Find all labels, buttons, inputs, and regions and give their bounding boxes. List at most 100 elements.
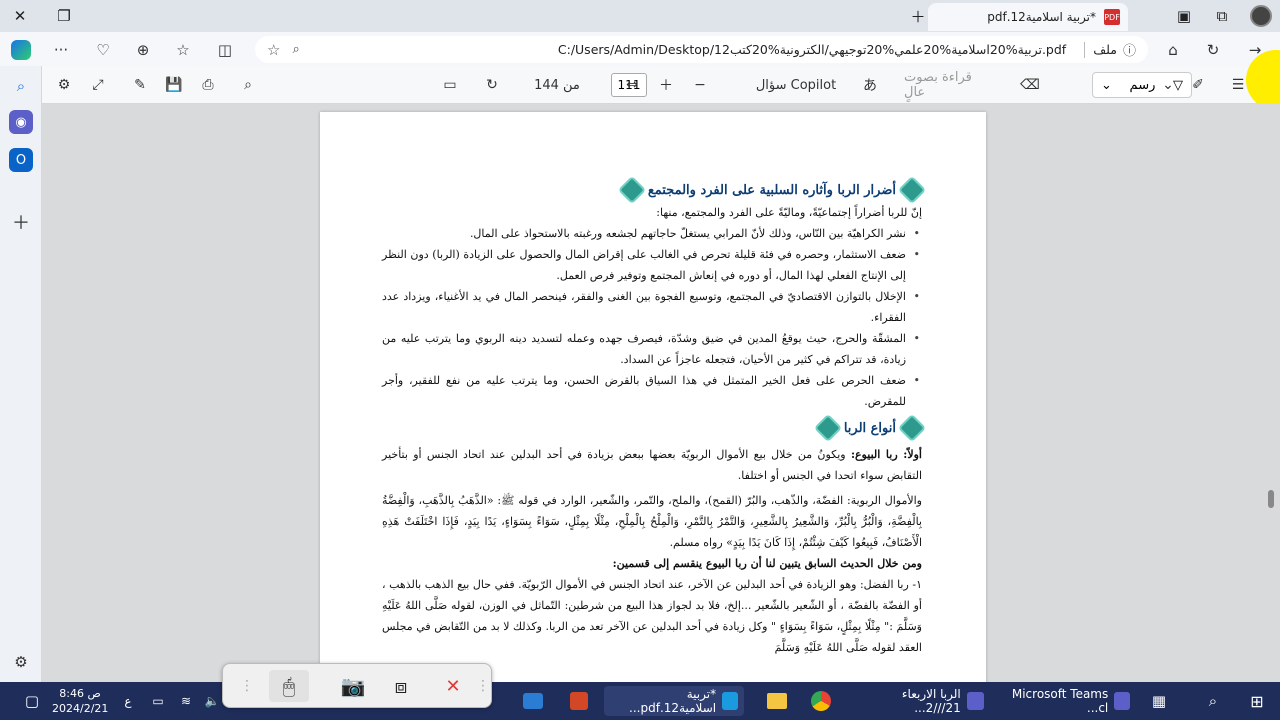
notification-icon[interactable]: ▢	[20, 688, 44, 714]
battery-icon[interactable]: ▭	[148, 688, 168, 714]
ask-copilot-button[interactable]: سؤال Copilot	[754, 75, 838, 95]
page-content: أضرار الربا وآثاره السلبية على الفرد وال…	[382, 175, 927, 658]
wifi-icon[interactable]: ≋	[176, 688, 196, 714]
fullscreen-icon[interactable]: ⤢	[88, 75, 108, 95]
list-item: ضعف الاستثمار، وحصره في فئة قليلة تحرص ف…	[382, 244, 922, 286]
profile-avatar[interactable]	[1250, 5, 1272, 27]
info-icon[interactable]: ⓘ	[1123, 40, 1136, 59]
pdf-toolbar: ⚙ ⤢ ✎ 💾 ⎙ ⌕ ▭ ↻ من 144 111 ⇔ ＋ − سؤال Co…	[42, 66, 1280, 104]
camera-icon[interactable]: 📷	[333, 670, 373, 702]
file-explorer-icon[interactable]	[764, 688, 790, 714]
ornament-icon	[897, 413, 927, 443]
edit-pdf-icon[interactable]: ✎	[130, 75, 150, 95]
print-icon[interactable]: ⎙	[198, 75, 218, 95]
draw-label: رسم	[1129, 77, 1156, 93]
rotate-icon[interactable]: ↻	[482, 75, 502, 95]
tab-title: *تربية اسلامية12.pdf	[987, 10, 1096, 24]
active-tab[interactable]: PDF *تربية اسلامية12.pdf	[928, 3, 1128, 31]
riba-items-paragraph: والأموال الربوية: الفضّة، والذّهب، والبُ…	[382, 494, 922, 549]
start-icon[interactable]: ⊞	[1244, 688, 1270, 714]
pdf-settings-icon[interactable]: ⚙	[54, 75, 74, 95]
page-total: من 144	[534, 77, 580, 93]
clock-time: 8:46 ص	[59, 687, 101, 700]
collections-icon[interactable]: ⊕	[130, 37, 156, 63]
screenshot-tools-icon[interactable]: ⧈	[381, 670, 421, 702]
translate-icon[interactable]: あ	[860, 75, 880, 95]
taskbar-teams-meeting-label: الربا الاربعاء 21///2...	[901, 687, 961, 715]
whiteboard-app-icon[interactable]	[520, 688, 546, 714]
title-bar: ✕ ❐ ＋ ✕ PDF *تربية اسلامية12.pdf ▣ ⧉	[0, 0, 1280, 32]
refresh-icon[interactable]: ↻	[1200, 37, 1226, 63]
ornament-icon	[617, 175, 646, 205]
highlight-dropdown-icon[interactable]: ⌄	[1158, 75, 1178, 95]
list-item: المشقّة والحرج، حيث يوقعُ المدين في ضيق …	[382, 328, 922, 370]
save-icon[interactable]: 💾	[164, 75, 184, 95]
zoom-out-icon[interactable]: −	[690, 75, 710, 95]
sidebar-settings-icon[interactable]: ⚙	[9, 650, 33, 674]
recorder-toolbar: ⋮ 🖱 📷 ⧈ ✕ ⋮	[222, 663, 492, 708]
favorites-icon[interactable]: ☆	[170, 37, 196, 63]
address-separator	[1084, 41, 1086, 58]
search-icon[interactable]: ⌕	[9, 74, 33, 98]
taskbar-pdf-label: *تربية اسلامية12.pdf...	[629, 687, 717, 715]
home-icon[interactable]: ⌂	[1160, 37, 1186, 63]
drag-handle-right-icon[interactable]: ⋮	[463, 670, 503, 702]
taskbar-item-teams-meeting[interactable]: الربا الاربعاء 21///2...	[850, 686, 990, 716]
contents-icon[interactable]: ☰	[1228, 75, 1248, 95]
intro-paragraph: إنّ للربا أضراراً إجتماعيّةً، وماليّةً ع…	[656, 206, 922, 219]
task-view-icon[interactable]: ▦	[1146, 688, 1172, 714]
powerpoint-app-icon[interactable]	[566, 688, 592, 714]
drag-handle-icon[interactable]: ⋮	[227, 670, 267, 702]
browser-essentials-icon[interactable]: ♡	[90, 37, 116, 63]
highlight-icon[interactable]: ✐	[1188, 75, 1208, 95]
ornament-icon	[897, 175, 927, 205]
split-screen-icon[interactable]: ◫	[212, 37, 238, 63]
copilot-sidebar-icon[interactable]: ◉	[9, 110, 33, 134]
edge-sidebar: ⌕ ◉ O ＋ ⚙	[0, 66, 42, 682]
vertical-scrollbar[interactable]	[1266, 104, 1276, 682]
more-options-icon[interactable]: ···	[48, 37, 74, 63]
section-heading-harms: أضرار الربا وآثاره السلبية على الفرد وال…	[382, 175, 927, 205]
read-aloud-button[interactable]: قراءة بصوت عالٍ	[904, 70, 996, 100]
clock-date: 2024/2/21	[52, 702, 109, 715]
hadith-conclusion: ومن خلال الحديث السابق يتبين لنا أن ربا …	[612, 557, 922, 570]
taskbar-item-teams[interactable]: Microsoft Teams cl...	[996, 686, 1136, 716]
workspaces-icon[interactable]: ⧉	[1202, 0, 1242, 32]
scroll-thumb[interactable]	[1268, 490, 1274, 508]
clock[interactable]: 8:46 ص 2024/2/21	[52, 686, 108, 716]
taskbar: ▢ 8:46 ص 2024/2/21 ع ▭ ≋ 🔈 *تربية اسلامي…	[0, 682, 1280, 720]
fit-width-icon[interactable]: ⇔	[622, 75, 642, 95]
mouse-icon[interactable]: 🖱	[269, 670, 309, 702]
zoom-in-icon[interactable]: ＋	[656, 75, 676, 95]
tab-actions-icon[interactable]: ▣	[1164, 0, 1204, 32]
ornament-icon	[813, 413, 842, 443]
chrome-app-icon[interactable]	[808, 688, 834, 714]
add-sidebar-app-icon[interactable]: ＋	[9, 210, 33, 234]
fadl-paragraph: ١- ربا الفضل: وهو الزيادة في أحد البدلين…	[382, 578, 922, 654]
taskbar-search-icon[interactable]: ⌕	[1200, 688, 1226, 714]
draw-dropdown-icon: ⌄	[1101, 77, 1112, 93]
restore-window-icon[interactable]: ❐	[44, 0, 84, 32]
sales-riba-text: ويكونُ من خلال بيع الأموال الربويّة بعضه…	[382, 448, 922, 482]
address-row: ··· ♡ ⊕ ☆ ◫ ☆ ⌕ C:/Users/Admin/Desktop/1…	[0, 32, 1280, 66]
url-text: C:/Users/Admin/Desktop/12تربية%20اسلامية…	[557, 42, 1067, 57]
file-label: ملف	[1093, 42, 1117, 57]
list-item: الإخلال بالتوازن الاقتصاديّ في المجتمع، …	[382, 286, 922, 328]
find-icon[interactable]: ⌕	[238, 75, 258, 95]
page-view-icon[interactable]: ▭	[440, 75, 460, 95]
copilot-icon[interactable]	[8, 37, 34, 63]
address-bar[interactable]: ☆ ⌕ C:/Users/Admin/Desktop/12تربية%20اسل…	[255, 36, 1148, 63]
add-favorite-icon[interactable]: ☆	[267, 41, 280, 59]
teams-meeting-icon	[966, 692, 984, 710]
sales-riba-paragraph: أولاً: ربا البيوع: ويكونُ من خلال بيع ال…	[382, 444, 922, 486]
list-item: ضعف الحرص على فعل الخير المتمثل في هذا ا…	[382, 370, 922, 412]
close-window-icon[interactable]: ✕	[0, 0, 40, 32]
taskbar-item-pdf[interactable]: *تربية اسلامية12.pdf...	[604, 686, 744, 716]
edge-app-icon	[722, 692, 738, 710]
zoom-icon[interactable]: ⌕	[292, 42, 299, 57]
eraser-icon[interactable]: ⌫	[1020, 75, 1040, 95]
language-indicator[interactable]: ع	[118, 688, 138, 714]
volume-icon[interactable]: 🔈	[202, 688, 222, 714]
section-heading-types: أنواع الربا	[382, 413, 927, 443]
outlook-icon[interactable]: O	[9, 148, 33, 172]
